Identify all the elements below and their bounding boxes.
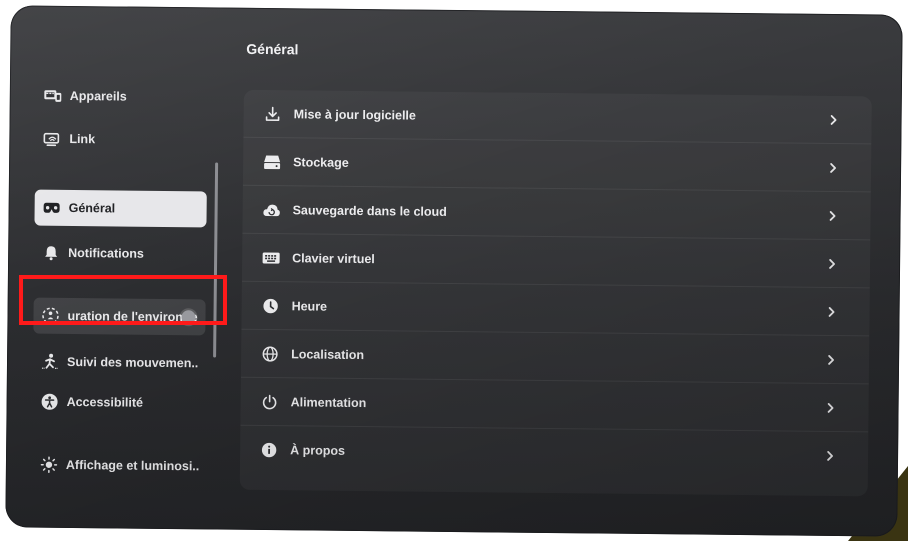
cloud-backup-icon [263, 200, 281, 218]
sidebar-scrollbar[interactable] [213, 162, 219, 358]
keyboard-icon [262, 248, 280, 266]
list-item-label: Stockage [293, 154, 349, 170]
list-item-label: Localisation [291, 346, 365, 362]
storage-icon [263, 152, 281, 170]
chevron-right-icon [824, 303, 840, 319]
list-item-cloud-backup[interactable]: Sauvegarde dans le cloud [242, 185, 871, 241]
settings-list: Mise à jour logicielle Stockage Sauvegar… [239, 89, 872, 497]
list-item-localization[interactable]: Localisation [240, 329, 870, 385]
sidebar-item-label: Accessibilité [66, 394, 144, 410]
sidebar-item-label: Notifications [68, 245, 144, 261]
chevron-right-icon [826, 111, 842, 127]
boundary-icon [41, 307, 59, 325]
sidebar-item-label: Suivi des mouvemen.. [66, 354, 199, 371]
sidebar-item-label: uration de l'environne [67, 308, 198, 325]
list-item-label: Alimentation [290, 394, 367, 410]
chevron-right-icon [823, 351, 839, 367]
movement-icon [41, 353, 59, 371]
sidebar-item-label: Link [69, 131, 96, 147]
list-item-time[interactable]: Heure [241, 281, 870, 337]
download-icon [264, 104, 282, 122]
sidebar: Appareils Link Général Notifications ura… [32, 66, 219, 488]
chevron-right-icon [823, 399, 839, 415]
sidebar-item-appareils[interactable]: Appareils [36, 78, 208, 116]
sidebar-item-display-brightness[interactable]: Affichage et luminosi.. [32, 447, 204, 485]
list-item-label: Sauvegarde dans le cloud [292, 202, 447, 219]
chevron-right-icon [825, 159, 841, 175]
sidebar-item-notifications[interactable]: Notifications [34, 235, 206, 273]
info-icon [260, 441, 278, 459]
chevron-right-icon [822, 448, 838, 464]
list-item-storage[interactable]: Stockage [242, 137, 872, 193]
page-title: Général [246, 40, 299, 58]
sidebar-item-accessibility[interactable]: Accessibilité [32, 384, 204, 422]
sidebar-item-label: Général [68, 200, 116, 216]
list-item-label: Clavier virtuel [292, 250, 375, 266]
globe-icon [261, 344, 279, 362]
list-item-power[interactable]: Alimentation [240, 377, 869, 433]
list-item-software-update[interactable]: Mise à jour logicielle [243, 89, 872, 145]
sidebar-item-general[interactable]: Général [34, 189, 207, 228]
list-item-about[interactable]: À propos [240, 426, 868, 481]
cursor-pointer-indicator [181, 310, 196, 325]
bell-icon [42, 244, 60, 262]
sidebar-item-label: Appareils [69, 88, 127, 104]
power-icon [261, 392, 279, 410]
list-item-label: À propos [290, 443, 346, 458]
sidebar-item-label: Affichage et luminosi.. [65, 457, 200, 474]
clock-icon [262, 296, 280, 314]
chevron-right-icon [825, 207, 841, 223]
brightness-icon [40, 456, 58, 474]
sidebar-item-movement-tracking[interactable]: Suivi des mouvemen.. [33, 344, 205, 382]
sidebar-item-boundary[interactable]: uration de l'environne [33, 297, 206, 336]
screenshot-stage: Appareils Link Général Notifications ura… [0, 0, 908, 541]
accessibility-icon [41, 393, 59, 411]
headset-icon [43, 199, 61, 217]
list-item-label: Heure [291, 298, 328, 314]
list-item-label: Mise à jour logicielle [293, 106, 416, 123]
link-icon [43, 130, 61, 148]
devices-icon [44, 87, 62, 105]
settings-window: Appareils Link Général Notifications ura… [5, 5, 903, 537]
list-item-virtual-keyboard[interactable]: Clavier virtuel [241, 233, 871, 289]
sidebar-item-link[interactable]: Link [35, 121, 207, 159]
chevron-right-icon [824, 255, 840, 271]
